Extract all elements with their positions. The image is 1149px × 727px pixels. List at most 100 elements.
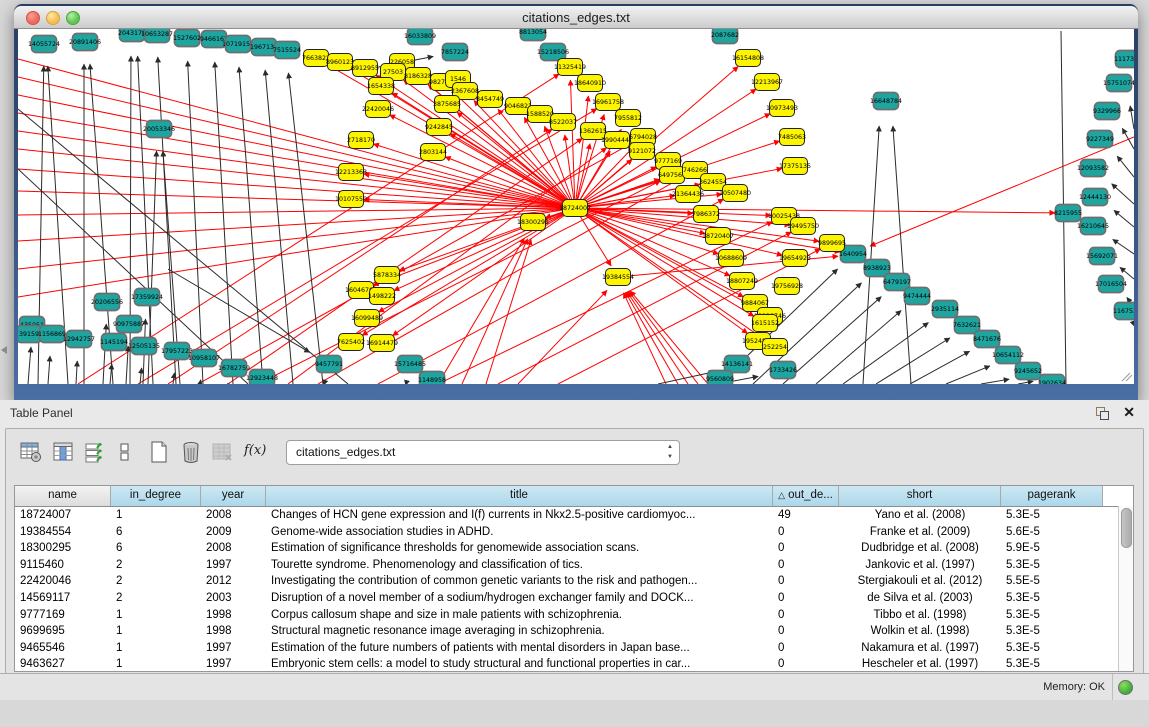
graph-node[interactable]: 18720407 [702,228,734,245]
graph-node[interactable]: 16033809 [404,29,436,45]
graph-node[interactable]: 10107550 [335,191,367,208]
select-columns-icon[interactable] [52,441,74,463]
graph-node[interactable]: 21364436 [672,186,704,203]
graph-node[interactable]: 12942757 [63,331,95,348]
graph-node[interactable]: 2935114 [931,301,959,318]
table-mode-icon[interactable] [20,441,42,463]
new-column-icon[interactable] [148,441,170,463]
graph-node[interactable]: 10958107 [188,350,220,367]
graph-node[interactable]: 9457791 [315,356,343,373]
table-row[interactable]: 911546021997Tourette syndrome. Phenomeno… [15,557,1133,574]
graph-node[interactable]: 12213967 [751,74,783,91]
column-header-year[interactable]: year [201,486,266,506]
table-row[interactable]: 946362711997Embryonic stem cells: a mode… [15,656,1133,673]
column-checklist-icon[interactable] [84,441,106,463]
column-header-in_degree[interactable]: in_degree [111,486,201,506]
graph-node[interactable]: 7515524 [273,42,301,59]
graph-node[interactable]: 9242845 [425,119,453,136]
table-row[interactable]: 2242004622012Investigating the contribut… [15,573,1133,590]
graph-node[interactable]: 15716485 [394,356,426,373]
column-header-short[interactable]: short [839,486,1001,506]
graph-node[interactable]: 19654923 [779,250,811,267]
graph-node[interactable]: 10973493 [766,100,798,117]
table-row[interactable]: 946554611997Estimation of the future num… [15,640,1133,657]
close-panel-icon[interactable]: ✕ [1123,404,1135,421]
table-select-dropdown[interactable]: citations_edges.txt ▲▼ [286,440,680,465]
graph-node[interactable]: 9899695 [818,235,846,252]
graph-node[interactable]: 12505135 [128,338,160,355]
graph-node[interactable]: 1615152 [751,315,779,332]
table-row[interactable]: 1830029562008Estimation of significance … [15,540,1133,557]
graph-node[interactable]: 252254 [763,339,788,356]
graph-node[interactable]: 16154808 [732,50,764,67]
graph-node[interactable]: 7986372 [692,206,720,223]
graph-node[interactable]: 1167530 [1113,303,1134,320]
graph-node[interactable]: 10653287 [141,29,173,43]
table-scrollbar-thumb[interactable] [1121,508,1132,548]
graph-node[interactable]: 15751074 [1103,75,1134,92]
graph-node[interactable]: 19495750 [787,218,819,235]
graph-node[interactable]: 8471676 [973,331,1001,348]
graph-node[interactable]: 8215955 [1054,205,1082,222]
network-view-canvas[interactable]: 1405572420891406204317810653287152760294… [18,29,1134,384]
graph-node[interactable]: 90975887 [113,316,145,333]
graph-node[interactable]: 9245652 [1014,363,1042,380]
graph-node[interactable]: 3875685 [433,96,461,113]
collapse-left-panel-arrow[interactable] [1,346,7,354]
graph-node[interactable]: 16961758 [592,94,624,111]
graph-node[interactable]: 1498222 [368,288,396,305]
float-panel-icon[interactable] [1096,407,1109,420]
graph-node[interactable]: 8186328 [404,68,432,85]
table-row[interactable]: 969969511998Structural magnetic resonanc… [15,623,1133,640]
graph-node[interactable]: 8912955 [351,60,379,77]
graph-node[interactable]: 15692071 [1086,248,1118,265]
table-scrollbar[interactable] [1118,506,1133,671]
graph-node[interactable]: 1654338 [367,78,395,95]
table-row[interactable]: 1456911722003Disruption of a novel membe… [15,590,1133,607]
column-header-name[interactable]: name [15,486,111,506]
graph-node[interactable]: 16914479 [366,335,398,352]
graph-node[interactable]: 10688609 [715,250,747,267]
table-row[interactable]: 1872400712008Changes of HCN gene express… [15,507,1133,524]
graph-node[interactable]: 9474444 [903,288,931,305]
graph-node[interactable]: 2087682 [711,29,739,44]
graph-node[interactable]: 1145194 [100,334,128,351]
graph-node[interactable]: 20206556 [91,294,123,311]
graph-node[interactable]: 6497568 [658,167,686,184]
delete-column-icon[interactable] [180,441,202,463]
graph-node[interactable]: 18724007 [559,200,591,217]
graph-node[interactable]: 8522037 [549,114,577,131]
graph-node[interactable]: 16210645 [1077,218,1109,235]
graph-node[interactable]: 16099489 [351,310,383,327]
graph-node[interactable]: 20053346 [143,121,175,138]
graph-node[interactable]: 8454749 [476,91,504,108]
function-builder-icon[interactable]: f(x) [244,443,266,465]
graph-node[interactable]: 16648784 [870,93,902,110]
network-window-titlebar[interactable]: citations_edges.txt [14,6,1138,29]
graph-node[interactable]: 1117304 [1114,51,1134,68]
graph-node[interactable]: 2718170 [347,132,375,149]
graph-node[interactable]: 1148958 [418,372,446,385]
graph-node[interactable]: 1527602 [173,30,201,47]
table-row[interactable]: 977716911998Corpus callosum shape and si… [15,607,1133,624]
graph-node[interactable]: 7857224 [441,44,469,61]
graph-node[interactable]: 18300295 [517,214,549,231]
graph-node[interactable]: 18640910 [574,75,606,92]
column-header-title[interactable]: title [266,486,773,506]
graph-node[interactable]: 12093582 [1077,160,1109,177]
graph-node[interactable]: 5878334 [373,267,401,284]
graph-node[interactable]: 10654112 [992,347,1024,364]
graph-node[interactable]: 12213363 [335,164,367,181]
graph-node[interactable]: 8813054 [519,29,547,41]
graph-node[interactable]: 19756928 [771,278,803,295]
graph-node[interactable]: 17359924 [131,289,163,306]
graph-node[interactable]: 8960123 [326,54,354,71]
graph-node[interactable]: 15218506 [537,44,569,61]
graph-node[interactable]: 16782759 [218,360,250,377]
graph-node[interactable]: 22420046 [362,101,394,118]
graph-node[interactable]: 2803144 [419,144,447,161]
graph-node[interactable]: 7485063 [778,129,806,146]
graph-node[interactable]: 7625402 [337,334,365,351]
graph-node[interactable]: 17375135 [779,158,811,175]
graph-node[interactable]: 12923448 [246,370,278,385]
